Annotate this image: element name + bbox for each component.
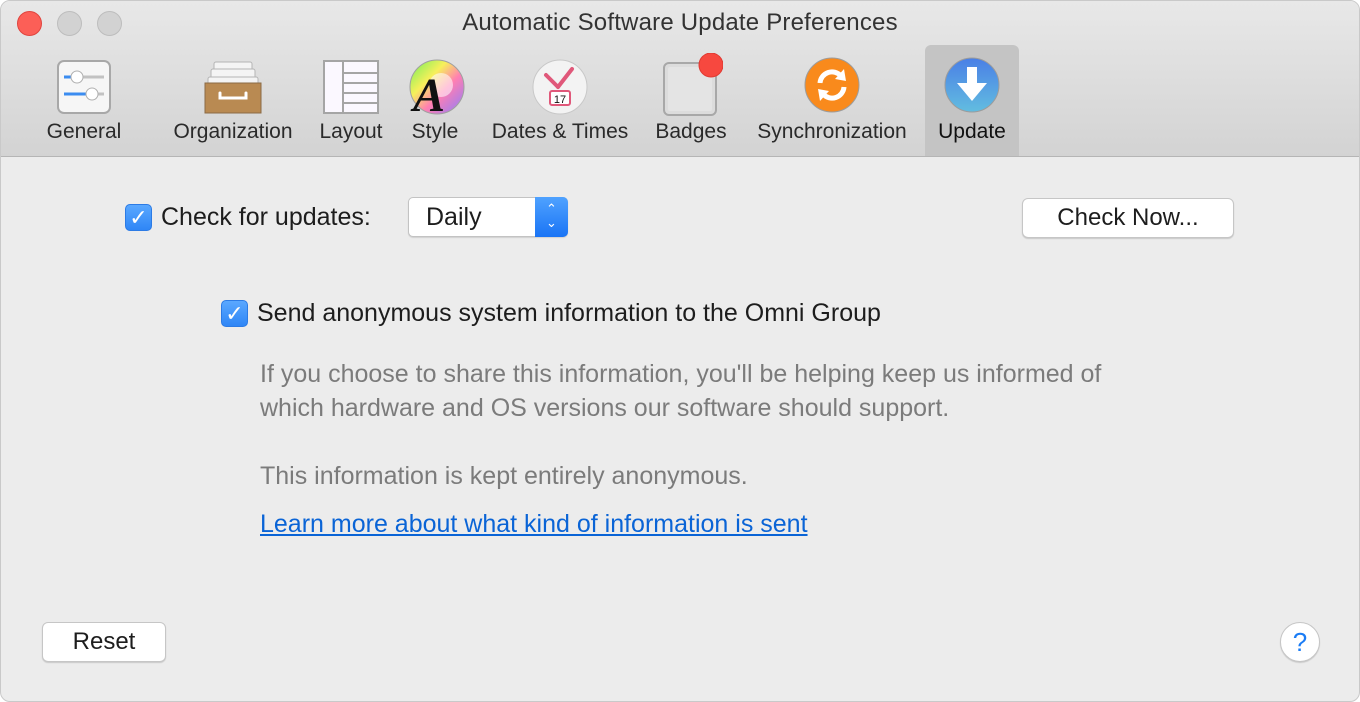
check-for-updates-checkbox[interactable]: ✓ (125, 204, 152, 231)
layout-columns-icon (323, 60, 379, 114)
tab-general[interactable]: General (35, 45, 133, 156)
tab-layout-label: Layout (319, 120, 383, 143)
tab-organization-label: Organization (173, 120, 293, 143)
download-arrow-icon (944, 57, 1000, 113)
send-anonymous-info-label: Send anonymous system information to the… (257, 299, 881, 327)
sliders-icon (57, 60, 111, 114)
description-line-2: which hardware and OS versions our softw… (260, 394, 950, 422)
tab-general-label: General (46, 120, 122, 143)
preferences-window: Automatic Software Update Preferences Ge… (0, 0, 1360, 702)
tab-dates-times-label: Dates & Times (491, 120, 629, 143)
title-bar: Automatic Software Update Preferences Ge… (1, 1, 1359, 157)
tab-style[interactable]: A Style (399, 45, 471, 156)
tab-style-label: Style (411, 120, 459, 143)
svg-text:A: A (410, 69, 445, 117)
check-for-updates-label: Check for updates: (161, 203, 371, 231)
update-frequency-select[interactable]: Daily ⌃ ⌄ (408, 197, 568, 237)
clock-calendar-icon: 17 (532, 59, 588, 115)
reset-button[interactable]: Reset (42, 622, 166, 662)
anonymity-note: This information is kept entirely anonym… (260, 462, 748, 490)
tab-update-label: Update (938, 120, 1006, 143)
tab-dates-times[interactable]: 17 Dates & Times (479, 45, 641, 156)
window-title: Automatic Software Update Preferences (462, 9, 898, 36)
tab-organization[interactable]: Organization (161, 45, 305, 156)
update-frequency-value: Daily (426, 203, 482, 231)
learn-more-link[interactable]: Learn more about what kind of informatio… (260, 510, 808, 539)
tab-update[interactable]: Update (925, 45, 1019, 156)
tab-synchronization-label: Synchronization (757, 120, 907, 143)
send-anonymous-info-checkbox[interactable]: ✓ (221, 300, 248, 327)
tab-badges[interactable]: Badges (647, 45, 735, 156)
color-wheel-font-icon: A (409, 59, 465, 117)
tab-layout[interactable]: Layout (311, 45, 391, 156)
chevron-up-down-icon: ⌃ ⌄ (535, 197, 568, 237)
calendar-day: 17 (554, 94, 566, 106)
check-now-button[interactable]: Check Now... (1022, 198, 1234, 238)
tab-badges-label: Badges (655, 120, 727, 143)
badge-icon (663, 53, 723, 116)
help-button[interactable]: ? (1280, 622, 1320, 662)
tab-synchronization[interactable]: Synchronization (743, 45, 921, 156)
description-line-1: If you choose to share this information,… (260, 360, 1102, 388)
preferences-toolbar: General Organization Layout A Style 17 D… (1, 45, 1359, 157)
file-drawer-icon (204, 61, 262, 114)
sync-icon (804, 57, 860, 113)
